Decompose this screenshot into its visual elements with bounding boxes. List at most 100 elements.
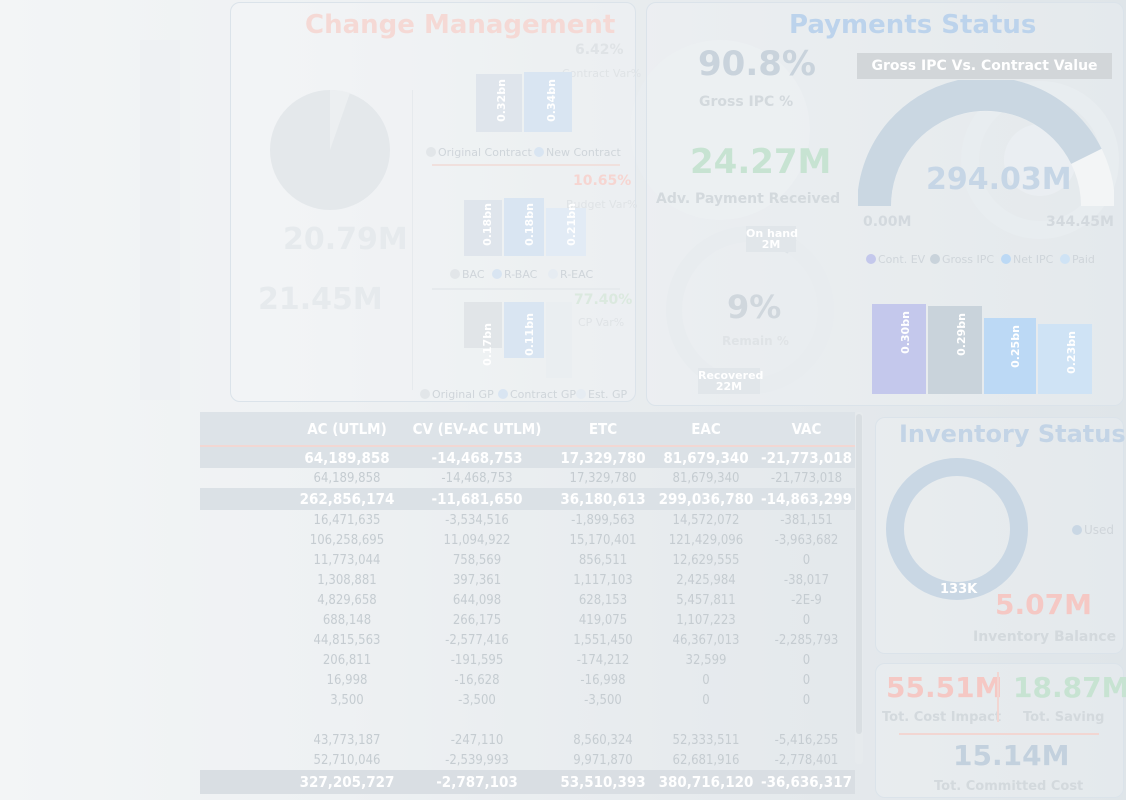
- inventory-donut-label: 133K: [940, 582, 978, 597]
- table-subtotal-row[interactable]: 64,189,858 -14,468,753 17,329,780 81,679,34…: [200, 446, 855, 468]
- cell-label: [200, 710, 292, 730]
- committed-label: Tot. Committed Cost: [934, 779, 1084, 794]
- cell-eac: 380,716,120: [654, 770, 758, 794]
- table-row[interactable]: 43,773,187 -247,110 8,560,324 52,333,511 -5,…: [200, 730, 855, 750]
- table-row[interactable]: 1,308,881 397,361 1,117,103 2,425,984 -38,01…: [200, 570, 855, 590]
- on-hand-value: 2M: [761, 238, 781, 251]
- legend-est-gp: Est. GP: [576, 388, 627, 401]
- cell-cv: -2,577,416: [445, 632, 509, 648]
- legend-original-gp: Original GP: [420, 388, 494, 401]
- cell-eac: 62,681,916: [672, 752, 740, 768]
- cell-ac: 11,773,044: [313, 552, 381, 568]
- bar-label-contract-gp: 0.11bn: [522, 313, 536, 356]
- cell-etc: -174,212: [576, 652, 630, 668]
- payments-bar-chart: 0.30bn 0.29bn 0.25bn 0.23bn: [872, 300, 1094, 394]
- table-row[interactable]: 4,829,658 644,098 628,153 5,457,811 -2E-9: [200, 590, 855, 610]
- cell-vac: -2,285,793: [774, 632, 839, 648]
- gauge-max: 344.45M: [1046, 214, 1114, 230]
- cell-etc: 9,971,870: [573, 752, 633, 768]
- cell-cv: -11,681,650: [402, 488, 552, 510]
- cell-cv: -2,539,993: [445, 752, 509, 768]
- cell-label: [200, 670, 292, 690]
- col-header[interactable]: [200, 412, 292, 447]
- legend-used: Used: [1072, 523, 1114, 537]
- cell-etc: -1,899,563: [571, 512, 635, 528]
- change-left-num-2: 21.45M: [258, 282, 383, 317]
- legend-contract-gp: Contract GP: [498, 388, 576, 401]
- table-row[interactable]: 64,189,858 -14,468,753 17,329,780 81,679,34…: [200, 468, 855, 488]
- cell-eac: 0: [702, 672, 710, 688]
- cp-var-label: CP Var%: [578, 316, 625, 329]
- table-row[interactable]: 44,815,563 -2,577,416 1,551,450 46,367,013 -…: [200, 630, 855, 650]
- table-row[interactable]: 688,148 266,175 419,075 1,107,223 0: [200, 610, 855, 630]
- cell-label: [200, 610, 292, 630]
- col-header-vac[interactable]: VAC: [758, 412, 855, 447]
- cell-cv: -16,628: [454, 672, 500, 688]
- budget-bars: 0.18bn 0.18bn 0.21bn: [464, 196, 588, 256]
- table-header-row: AC (UTLM) CV (EV-AC UTLM) ETC EAC VAC: [200, 412, 855, 447]
- cell-label: [200, 690, 292, 710]
- saving-value: 18.87M: [1013, 671, 1126, 704]
- table-row[interactable]: 52,710,046 -2,539,993 9,971,870 62,681,916 -…: [200, 750, 855, 770]
- change-left-num-1: 20.79M: [283, 222, 408, 257]
- cell-ac: 1,308,881: [317, 572, 377, 588]
- col-header-cv[interactable]: CV (EV-AC UTLM): [402, 412, 552, 447]
- cell-vac: -2,778,401: [774, 752, 839, 768]
- cell-vac: -38,017: [783, 572, 830, 588]
- cell-ac: 16,471,635: [313, 512, 381, 528]
- legend-cont-ev: Cont. EV: [866, 253, 925, 266]
- cell-eac: 81,679,340: [672, 470, 740, 486]
- cell-eac: 5,457,811: [676, 592, 736, 608]
- cell-label: [200, 446, 292, 468]
- col-header-eac[interactable]: EAC: [654, 412, 758, 447]
- col-header-etc[interactable]: ETC: [552, 412, 654, 447]
- table-row[interactable]: 3,500 -3,500 -3,500 0 0: [200, 690, 855, 710]
- cell-ac: [292, 710, 402, 730]
- saving-label: Tot. Saving: [1023, 710, 1105, 725]
- cost-divider-vertical: [997, 672, 999, 722]
- cell-ac: 44,815,563: [313, 632, 381, 648]
- bar-est-gp: [546, 302, 572, 378]
- table-row[interactable]: 16,471,635 -3,534,516 -1,899,563 14,572,072…: [200, 510, 855, 530]
- contract-bars: 0.32bn 0.34bn: [476, 72, 574, 132]
- cell-ac: 64,189,858: [313, 470, 381, 486]
- cell-cv: -14,468,753: [441, 470, 513, 486]
- cell-label: [200, 770, 292, 794]
- cell-ac: 43,773,187: [313, 732, 381, 748]
- cell-label: [200, 530, 292, 550]
- cell-cv: -247,110: [450, 732, 504, 748]
- cell-eac: 52,333,511: [672, 732, 740, 748]
- change-separator-1: [432, 164, 620, 166]
- table-row[interactable]: 106,258,695 11,094,922 15,170,401 121,429,0…: [200, 530, 855, 550]
- table-row[interactable]: 16,998 -16,628 -16,998 0 0: [200, 670, 855, 690]
- cell-vac: -2E-9: [791, 592, 822, 608]
- table-row[interactable]: 206,811 -191,595 -174,212 32,599 0: [200, 650, 855, 670]
- bar-label-paid: 0.23bn: [1064, 331, 1078, 374]
- cell-vac: -3,963,682: [774, 532, 839, 548]
- cell-cv: 266,175: [452, 612, 502, 628]
- cell-ac: 16,998: [326, 672, 368, 688]
- remain-pct: 9%: [727, 288, 782, 326]
- legend-r-bac: R-BAC: [492, 268, 537, 281]
- cell-vac: 0: [802, 552, 811, 568]
- cell-ac: 688,148: [322, 612, 372, 628]
- cell-etc: -3,500: [584, 692, 622, 708]
- col-header-ac[interactable]: AC (UTLM): [292, 412, 402, 447]
- contract-pie-chart: [270, 89, 390, 210]
- cell-ac: 262,856,174: [292, 488, 402, 510]
- cost-table-grid: AC (UTLM) CV (EV-AC UTLM) ETC EAC VAC 64…: [200, 412, 855, 794]
- cell-cv: 397,361: [452, 572, 502, 588]
- cell-label: [200, 570, 292, 590]
- cell-label: [200, 468, 292, 488]
- bar-label-original: 0.32bn: [494, 79, 508, 122]
- recovered-badge: Recovered 22M: [698, 368, 763, 394]
- table-row[interactable]: [200, 710, 855, 730]
- table-total-row[interactable]: 327,205,727 -2,787,103 53,510,393 380,716,1…: [200, 770, 855, 794]
- contract-var-pct: 6.42%: [575, 42, 624, 58]
- cell-vac: -36,636,317: [758, 770, 855, 794]
- adv-payment-value: 24.27M: [690, 142, 832, 182]
- table-subtotal-row[interactable]: 262,856,174 -11,681,650 36,180,613 299,036,…: [200, 488, 855, 510]
- table-row[interactable]: 11,773,044 758,569 856,511 12,629,555 0: [200, 550, 855, 570]
- cell-label: [200, 630, 292, 650]
- table-scrollbar-thumb[interactable]: [856, 414, 862, 734]
